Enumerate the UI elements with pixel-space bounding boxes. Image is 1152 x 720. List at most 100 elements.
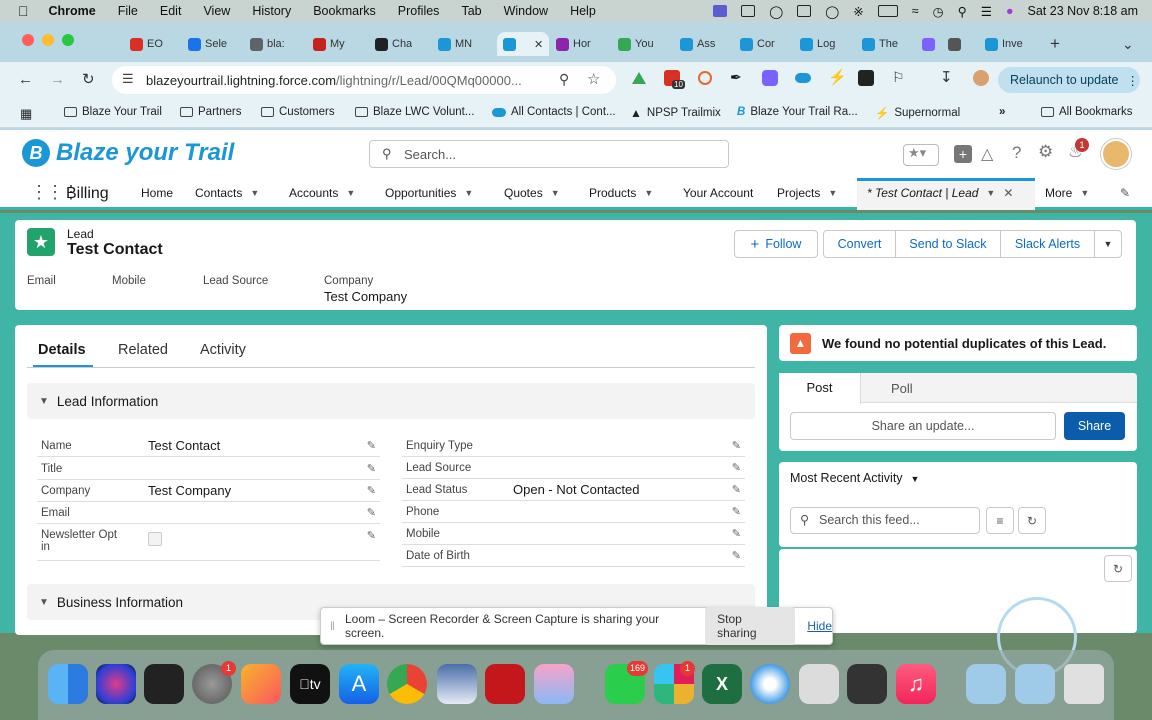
edit-pencil-icon[interactable]: ✎ (367, 439, 376, 452)
bookmark-blaze-lwc[interactable]: Blaze LWC Volunt... (355, 106, 474, 118)
section-lead-information[interactable]: ▼ Lead Information (27, 383, 755, 419)
calculator-icon[interactable] (847, 664, 887, 704)
menu-history[interactable]: History (252, 4, 291, 18)
nav-tab-test-contact[interactable]: * Test Contact | Lead ▼ ✕ (867, 186, 1013, 200)
reload-icon[interactable]: ↻ (82, 70, 95, 88)
tab-details[interactable]: Details (38, 342, 86, 358)
bookmark-npsp-trailmix[interactable]: ▲ NPSP Trailmix (630, 106, 721, 120)
share-button[interactable]: Share (1064, 412, 1125, 440)
eyedropper-icon[interactable]: ✒ (730, 69, 742, 86)
safari-icon[interactable] (750, 664, 790, 704)
browser-tab[interactable]: Ass (680, 34, 715, 54)
edit-pencil-icon[interactable]: ✎ (732, 549, 741, 562)
apps-grid-icon[interactable]: ▦ (20, 106, 32, 122)
apple-tv-icon[interactable]: tv (290, 664, 330, 704)
google-drive-icon[interactable] (632, 72, 646, 84)
siri-app-icon[interactable] (96, 664, 136, 704)
edit-pencil-icon[interactable]: ✎ (732, 527, 741, 540)
send-to-slack-button[interactable]: Send to Slack (895, 230, 1001, 258)
nav-item-projects[interactable]: Projects ▼ (777, 186, 837, 200)
menu-profiles[interactable]: Profiles (398, 4, 440, 18)
nav-item-contacts[interactable]: Contacts ▼ (195, 186, 259, 200)
tab-activity[interactable]: Activity (200, 342, 246, 358)
bookmark-customers[interactable]: Customers (261, 106, 335, 118)
nav-item-more[interactable]: More ▼ (1045, 186, 1089, 200)
forward-icon[interactable]: → (50, 71, 65, 88)
extensions-puzzle-icon[interactable]: ⚐ (892, 69, 905, 86)
refresh-list-icon[interactable]: ↻ (1104, 555, 1132, 582)
chrome-icon[interactable] (387, 664, 427, 704)
nav-item-products[interactable]: Products ▼ (589, 186, 653, 200)
notion-icon[interactable] (741, 5, 756, 17)
tab-search-icon[interactable]: ⌄ (1122, 34, 1134, 54)
edit-pencil-icon[interactable]: ✎ (367, 529, 376, 542)
browser-tab[interactable]: Sele (188, 34, 227, 54)
browser-tab[interactable] (948, 34, 965, 54)
apple-icon[interactable]:  (18, 3, 29, 19)
browser-tab[interactable]: MN (438, 34, 472, 54)
edit-pencil-icon[interactable]: ✎ (367, 506, 376, 519)
menu-file[interactable]: File (118, 4, 138, 18)
edit-pencil-icon[interactable]: ✎ (367, 484, 376, 497)
menu-bookmarks[interactable]: Bookmarks (313, 4, 376, 18)
creative-cloud-icon[interactable]: ◯ (769, 4, 783, 19)
chevron-down-icon[interactable]: ▼ (644, 188, 653, 198)
siri-icon[interactable]: ● (1006, 4, 1014, 18)
browser-tab[interactable]: The (862, 34, 898, 54)
excel-icon[interactable]: X (702, 664, 742, 704)
extension-circle-icon[interactable] (698, 71, 712, 85)
menu-view[interactable]: View (203, 4, 230, 18)
downloads-folder-icon[interactable] (966, 664, 1006, 704)
salesforce-inspector-icon[interactable] (795, 73, 811, 83)
bluetooth-icon[interactable]: ※ (853, 4, 863, 19)
browser-tab[interactable]: bla: (250, 34, 285, 54)
org-logo[interactable]: B Blaze your Trail (22, 139, 234, 167)
tab-poll[interactable]: Poll (891, 381, 913, 396)
menu-edit[interactable]: Edit (160, 4, 182, 18)
browser-tab[interactable]: EO (130, 34, 163, 54)
music-icon[interactable]: ♫ (896, 664, 936, 704)
bookmark-star-icon[interactable]: ☆ (587, 70, 600, 88)
drag-handle-icon[interactable]: ‖ (330, 619, 335, 633)
nav-item-your-account[interactable]: Your Account (683, 186, 753, 200)
preview-icon[interactable] (437, 664, 477, 704)
chevron-down-icon[interactable]: ▼ (1080, 188, 1089, 198)
formula-icon[interactable] (858, 70, 874, 86)
filter-feed-icon[interactable]: ≡ (986, 507, 1014, 534)
feed-search-input[interactable]: ⚲ Search this feed... (790, 507, 980, 534)
bookmarks-overflow-icon[interactable]: » (999, 106, 1005, 118)
browser-tab[interactable]: ✕ (497, 32, 550, 56)
browser-tab[interactable]: Log (800, 34, 835, 54)
back-icon[interactable]: ← (18, 71, 33, 88)
menubar-datetime[interactable]: Sat 23 Nov 8:18 am (1028, 4, 1138, 18)
colorful-extension-icon[interactable] (762, 70, 778, 86)
acrobat-icon[interactable] (485, 664, 525, 704)
newsletter-checkbox[interactable] (148, 532, 162, 546)
chevron-down-icon[interactable]: ▼ (346, 188, 355, 198)
hide-link[interactable]: Hide (807, 619, 832, 633)
applications-folder-icon[interactable] (1015, 664, 1055, 704)
edit-nav-pencil-icon[interactable]: ✎ (1120, 186, 1130, 200)
bookmark-blaze-your-trail[interactable]: Blaze Your Trail (64, 106, 162, 118)
trash-icon[interactable] (1064, 664, 1104, 704)
share-update-input[interactable]: Share an update... (790, 412, 1056, 440)
chevron-down-icon[interactable]: ▼ (828, 188, 837, 198)
mission-control-icon[interactable] (144, 664, 184, 704)
browser-tab[interactable]: You (618, 34, 654, 54)
edit-pencil-icon[interactable]: ✎ (732, 461, 741, 474)
browser-tab[interactable]: Cha (375, 34, 412, 54)
most-recent-activity-sort[interactable]: Most Recent Activity ▼ (790, 471, 919, 485)
browser-tab[interactable]: Cor (740, 34, 775, 54)
bookmark-all-contacts[interactable]: All Contacts | Cont... (492, 106, 616, 118)
edit-pencil-icon[interactable]: ✎ (367, 462, 376, 475)
chevron-down-icon[interactable]: ▼ (986, 188, 995, 198)
menu-help[interactable]: Help (570, 4, 596, 18)
menu-app-name[interactable]: Chrome (49, 4, 96, 18)
chevron-down-icon[interactable]: ▼ (464, 188, 473, 198)
launchpad-icon[interactable] (241, 664, 281, 704)
convert-button[interactable]: Convert (823, 230, 896, 258)
bookmark-supernormal[interactable]: ⚡ Supernormal (875, 106, 960, 120)
download-icon[interactable]: ↧ (940, 68, 953, 86)
stop-sharing-button[interactable]: Stop sharing (705, 607, 796, 645)
help-icon[interactable]: ? (1012, 143, 1021, 163)
